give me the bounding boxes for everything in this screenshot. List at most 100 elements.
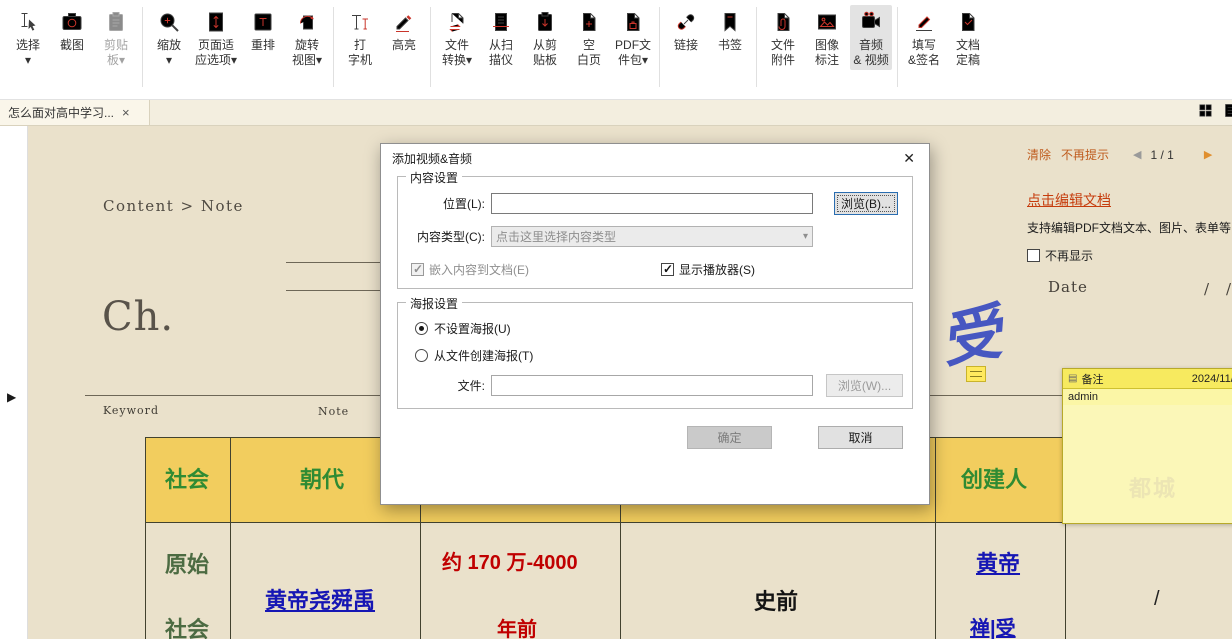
grid-view-icon[interactable] (1197, 102, 1214, 124)
sticky-note-body[interactable]: 都城 (1063, 405, 1232, 517)
tool-reflow[interactable]: 重排 (242, 5, 284, 55)
table-cell-link[interactable]: 黄帝尧舜禹 (265, 588, 375, 614)
tool-screenshot[interactable]: 截图 (51, 5, 93, 55)
tool-zoom[interactable]: 缩放 ▾ (148, 5, 190, 70)
show-player-option[interactable]: 显示播放器(S) (661, 261, 755, 278)
tool-highlight[interactable]: 高亮 (383, 5, 425, 55)
tool-label: 书签 (718, 38, 742, 53)
panel-expander-icon[interactable]: ▶ (7, 390, 16, 404)
tool-from-clipboard[interactable]: 从剪 贴板 (524, 5, 566, 70)
blank-page-icon (577, 8, 601, 36)
tab-title: 怎么面对高中学习... (8, 104, 114, 121)
tool-label: 打 字机 (348, 38, 372, 68)
table-cell-link[interactable]: 黄帝 (976, 551, 1020, 577)
tool-label: 缩放 ▾ (157, 38, 181, 68)
rotate-page-icon (295, 8, 319, 36)
dont-show-checkbox[interactable] (1027, 249, 1040, 262)
single-page-icon[interactable] (1222, 102, 1232, 124)
tool-file-convert[interactable]: 文件 转换▾ (436, 5, 478, 70)
embed-content-option: 嵌入内容到文档(E) (411, 261, 529, 278)
portfolio-icon (621, 8, 645, 36)
dialog-close-icon[interactable]: ✕ (900, 150, 918, 167)
notification-bar: 清除 不再提示 ◀ 1 / 1 ▶ (1027, 146, 1212, 163)
reflow-icon (251, 8, 275, 36)
clear-button[interactable]: 清除 (1027, 146, 1051, 163)
poster-settings-group: 海报设置 不设置海报(U) 从文件创建海报(T) 文件: 浏览(W)... (397, 302, 913, 409)
cancel-button[interactable]: 取消 (818, 426, 903, 449)
table-cell-link[interactable]: 禅|受 (970, 616, 1016, 639)
convert-document-icon (445, 8, 469, 36)
attachment-icon (771, 8, 795, 36)
tool-image-annotation[interactable]: 图像 标注 (806, 5, 848, 70)
tool-page-fit-options[interactable]: 页面适 应选项▾ (192, 5, 240, 70)
next-page-icon[interactable]: ▶ (1204, 148, 1212, 161)
tool-clipboard: 剪贴 板▾ (95, 5, 137, 70)
tool-label: 旋转 视图▾ (292, 38, 322, 68)
location-input[interactable] (491, 193, 813, 214)
tool-select[interactable]: 选择 ▾ (7, 5, 49, 70)
toolbar-separator (333, 7, 334, 87)
poster-file-input (491, 375, 813, 396)
sticky-note-header[interactable]: ▤ 备注 2024/11/21 (1063, 369, 1232, 389)
sticky-note-date: 2024/11/21 (1192, 373, 1232, 385)
table-header-cell: 社会 (165, 467, 209, 493)
tool-finalize-document[interactable]: 文档 定稿 (947, 5, 989, 70)
dialog-title-bar[interactable]: 添加视频&音频 ✕ (381, 144, 929, 172)
comment-marker-icon[interactable] (966, 366, 986, 382)
document-tab[interactable]: 怎么面对高中学习... × (0, 100, 150, 125)
poster-from-file-option[interactable]: 从文件创建海报(T) (415, 347, 903, 364)
browse-location-button[interactable]: 浏览(B)... (834, 192, 898, 215)
no-poster-radio[interactable] (415, 322, 428, 335)
show-player-checkbox[interactable] (661, 263, 674, 276)
tool-fill-sign[interactable]: 填写 &签名 (903, 5, 945, 70)
table-cell: 史前 (754, 589, 798, 615)
edit-document-link[interactable]: 点击编辑文档 (1027, 192, 1111, 208)
tool-link[interactable]: 链接 (665, 5, 707, 55)
doc-chapter-text: Ch. (102, 294, 174, 340)
table-gridline (230, 437, 231, 639)
tool-label: 链接 (674, 38, 698, 53)
group-legend: 内容设置 (406, 169, 462, 186)
embed-checkbox (411, 263, 424, 276)
toolbar-separator (756, 7, 757, 87)
tool-from-scanner[interactable]: 从扫 描仪 (480, 5, 522, 70)
no-poster-option[interactable]: 不设置海报(U) (415, 320, 903, 337)
tab-close-icon[interactable]: × (122, 105, 130, 120)
tool-typewriter[interactable]: 打 字机 (339, 5, 381, 70)
tool-label: 重排 (251, 38, 275, 53)
tool-rotate-view[interactable]: 旋转 视图▾ (286, 5, 328, 70)
tool-blank-page[interactable]: 空 白页 (568, 5, 610, 70)
no-poster-label: 不设置海报(U) (434, 320, 511, 337)
content-type-select: 点击这里选择内容类型 ▾ (491, 226, 813, 247)
camera-icon (60, 8, 84, 36)
sticky-note-annotation[interactable]: ▤ 备注 2024/11/21 admin 都城 (1062, 368, 1232, 524)
table-cell: 年前 (497, 618, 537, 639)
tabbar-view-controls (1197, 100, 1232, 125)
content-settings-group: 内容设置 位置(L): 浏览(B)... 内容类型(C): 点击这里选择内容类型… (397, 176, 913, 289)
dialog-title: 添加视频&音频 (392, 150, 472, 167)
bookmark-icon (718, 8, 742, 36)
table-cell: 原始 (165, 552, 209, 578)
clipboard-icon (104, 8, 128, 36)
tool-label: 从扫 描仪 (489, 38, 513, 68)
group-legend: 海报设置 (406, 295, 462, 312)
show-player-label: 显示播放器(S) (679, 261, 755, 278)
table-gridline (935, 437, 936, 639)
date-slash: / (1226, 280, 1231, 298)
tool-label: 高亮 (392, 38, 416, 53)
signature-pen-icon (912, 8, 936, 36)
tool-bookmark[interactable]: 书签 (709, 5, 751, 55)
poster-from-file-label: 从文件创建海报(T) (434, 347, 533, 364)
tool-audio-video[interactable]: 音频 & 视频 (850, 5, 892, 70)
left-panel-strip: ▶ (0, 126, 28, 639)
no-prompt-button[interactable]: 不再提示 (1061, 146, 1109, 163)
add-audio-video-dialog: 添加视频&音频 ✕ 内容设置 位置(L): 浏览(B)... 内容类型(C): … (380, 143, 930, 505)
dont-show-option[interactable]: 不再显示 (1027, 247, 1232, 264)
tool-file-attachment[interactable]: 文件 附件 (762, 5, 804, 70)
tool-pdf-portfolio[interactable]: PDF文 件包▾ (612, 5, 654, 70)
prev-page-icon[interactable]: ◀ (1133, 148, 1141, 161)
table-cell: / (1154, 588, 1160, 611)
browse-poster-button: 浏览(W)... (826, 374, 903, 397)
edit-hint-description: 支持编辑PDF文档文本、图片、表单等 (1027, 219, 1232, 236)
poster-from-file-radio[interactable] (415, 349, 428, 362)
